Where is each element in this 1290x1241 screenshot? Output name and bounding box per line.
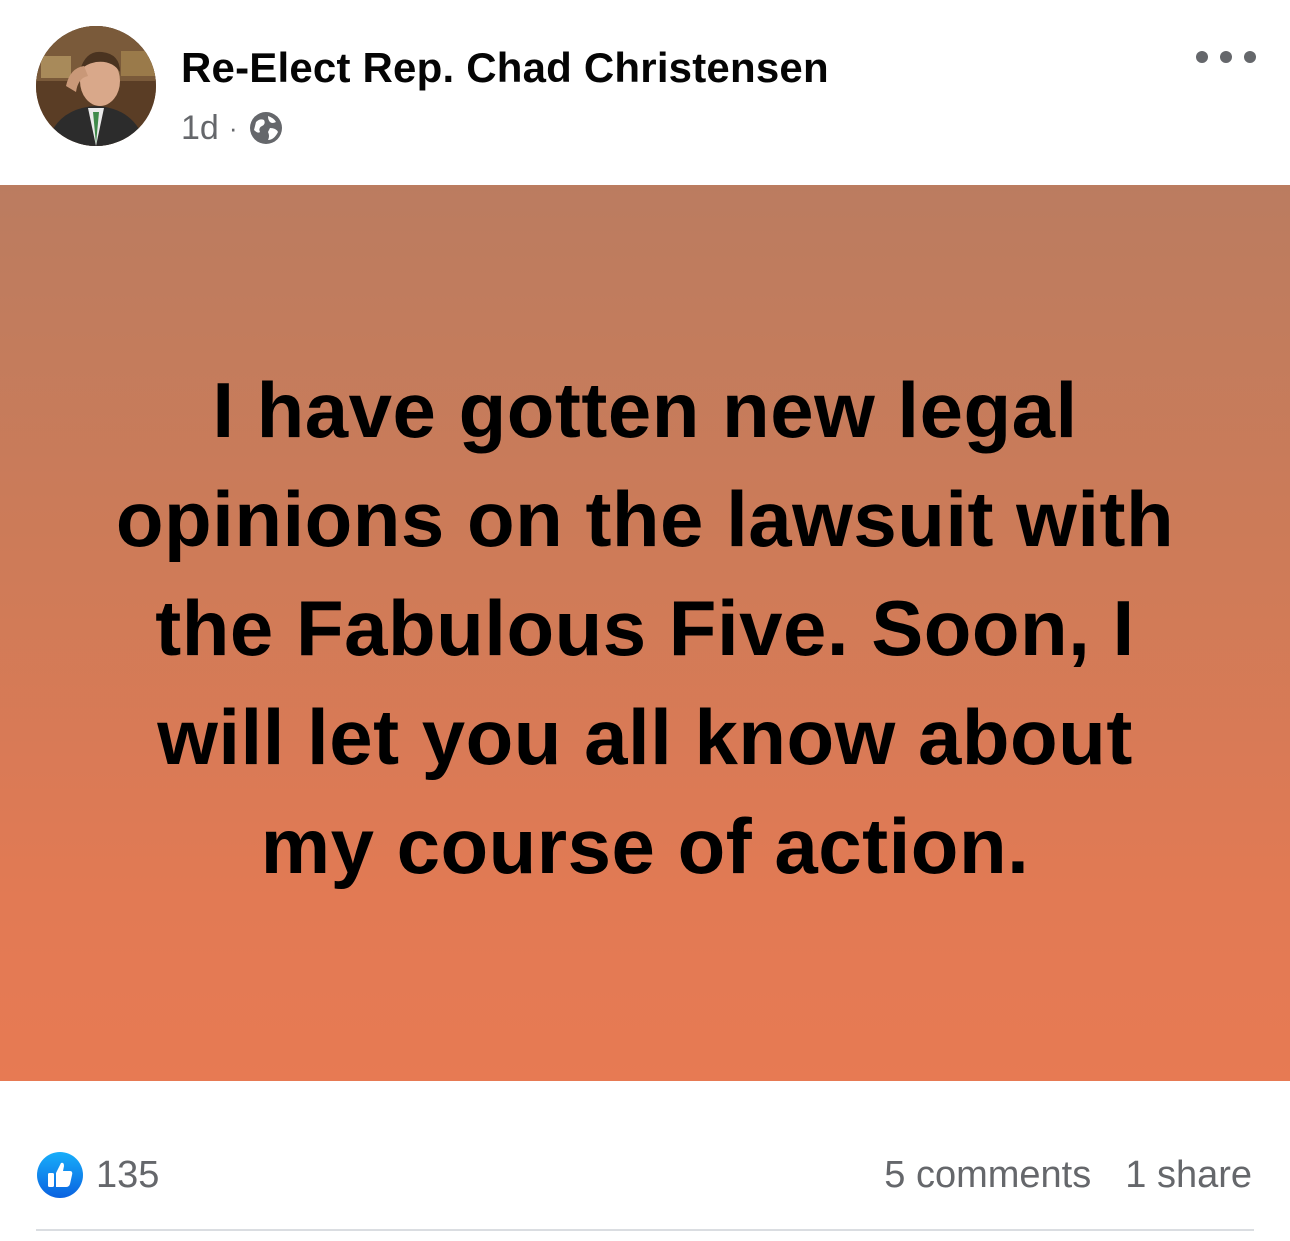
reactions-summary[interactable]: 135 (36, 1150, 159, 1200)
post-meta: 1d · (181, 106, 284, 150)
engagement-stats: 5 comments 1 share (884, 1150, 1252, 1200)
avatar-image (36, 26, 156, 146)
like-icon (37, 1152, 83, 1198)
more-dot (1196, 51, 1208, 63)
page-name[interactable]: Re-Elect Rep. Chad Christensen (181, 44, 829, 92)
divider (36, 1229, 1254, 1231)
comments-count[interactable]: 5 comments (884, 1154, 1091, 1197)
more-dot (1244, 51, 1256, 63)
post-card: Re-Elect Rep. Chad Christensen 1d · I ha… (0, 0, 1290, 1241)
post-footer: 135 5 comments 1 share (0, 1081, 1290, 1241)
globe-icon (249, 112, 282, 144)
more-dot (1220, 51, 1232, 63)
like-count: 135 (96, 1153, 160, 1196)
meta-separator: · (228, 112, 238, 143)
post-text-card[interactable]: I have gotten new legal opinions on the … (0, 185, 1290, 1081)
more-options-button[interactable] (1196, 40, 1256, 74)
post-text: I have gotten new legal opinions on the … (115, 365, 1175, 890)
post-header: Re-Elect Rep. Chad Christensen 1d · (0, 0, 1290, 185)
post-time[interactable]: 1d (181, 109, 219, 148)
shares-count[interactable]: 1 share (1125, 1154, 1252, 1197)
avatar[interactable] (36, 26, 156, 146)
